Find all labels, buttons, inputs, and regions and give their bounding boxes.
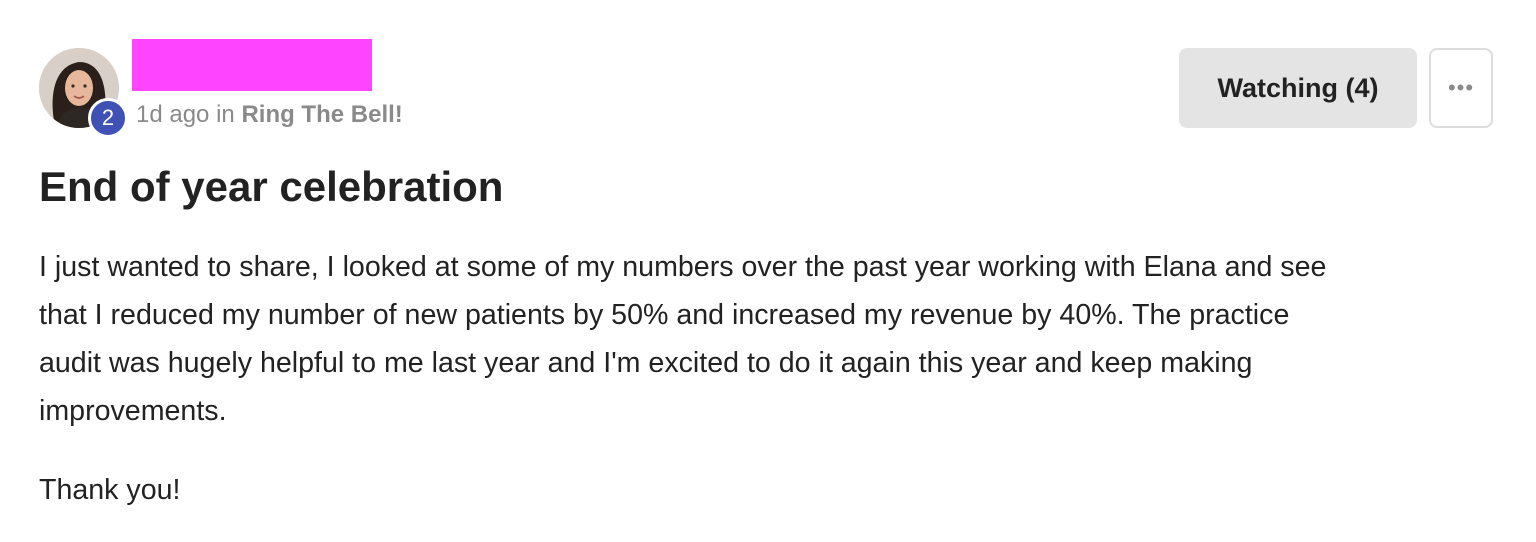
post-body-line: I just wanted to share, I looked at some… bbox=[39, 251, 1327, 283]
post-body-line: that I reduced my number of new patients… bbox=[39, 299, 1290, 331]
group-link[interactable]: Ring The Bell! bbox=[241, 101, 402, 128]
post-closing: Thank you! bbox=[39, 474, 181, 506]
post-body-line: improvements. bbox=[39, 395, 227, 427]
post-timestamp: 1d ago bbox=[136, 101, 210, 128]
more-options-button[interactable]: ••• bbox=[1429, 48, 1493, 128]
author-name-redacted bbox=[132, 39, 372, 91]
meta-in-text: in bbox=[216, 101, 235, 128]
post-meta: 1d ago in Ring The Bell! bbox=[136, 101, 403, 129]
watching-button[interactable]: Watching (4) bbox=[1179, 48, 1417, 128]
post-body-line: audit was hugely helpful to me last year… bbox=[39, 347, 1253, 379]
level-badge: 2 bbox=[88, 98, 128, 138]
post-card: 2 1d ago in Ring The Bell! Watching (4) … bbox=[0, 0, 1536, 542]
post-title: End of year celebration bbox=[39, 163, 504, 210]
post-body: I just wanted to share, I looked at some… bbox=[39, 243, 1499, 435]
more-horizontal-icon: ••• bbox=[1447, 75, 1475, 100]
